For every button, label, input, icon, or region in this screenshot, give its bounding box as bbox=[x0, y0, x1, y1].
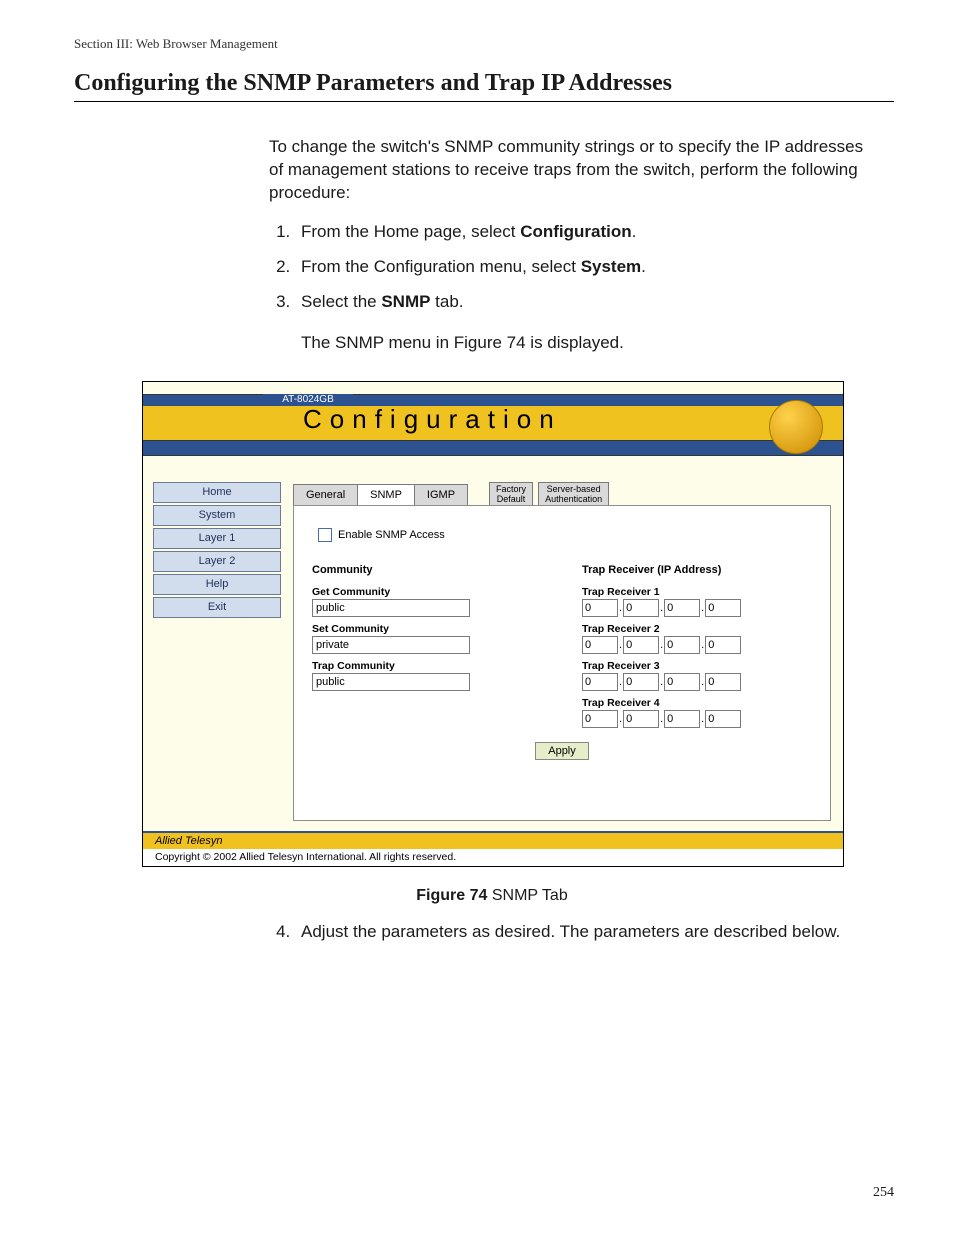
step-2: From the Configuration menu, select Syst… bbox=[295, 256, 874, 279]
trap-receiver-1-o1[interactable] bbox=[582, 599, 618, 617]
trap-receiver-3-o2[interactable] bbox=[623, 673, 659, 691]
figure-caption: Figure 74 SNMP Tab bbox=[142, 887, 842, 905]
trap-receiver-2-o2[interactable] bbox=[623, 636, 659, 654]
intro-paragraph: To change the switch's SNMP community st… bbox=[269, 136, 874, 205]
set-community-label: Set Community bbox=[312, 623, 542, 635]
get-community-label: Get Community bbox=[312, 586, 542, 598]
trap-receiver-4-o1[interactable] bbox=[582, 710, 618, 728]
sidebar-item-system[interactable]: System bbox=[153, 505, 281, 526]
apply-button[interactable]: Apply bbox=[535, 742, 589, 760]
step-2-text: From the Configuration menu, select bbox=[301, 257, 581, 276]
step-1-bold: Configuration bbox=[520, 222, 631, 241]
tab-server-l2: Authentication bbox=[545, 494, 602, 504]
procedure-list: From the Home page, select Configuration… bbox=[269, 221, 874, 314]
trap-community-input[interactable] bbox=[312, 673, 470, 691]
trap-receiver-2-label: Trap Receiver 2 bbox=[582, 623, 812, 635]
step-2-bold: System bbox=[581, 257, 641, 276]
trap-receiver-3-label: Trap Receiver 3 bbox=[582, 660, 812, 672]
brand-bar: Allied Telesyn bbox=[143, 831, 843, 849]
trap-receiver-2-o1[interactable] bbox=[582, 636, 618, 654]
sidebar: Home System Layer 1 Layer 2 Help Exit bbox=[143, 468, 287, 831]
page-number: 254 bbox=[873, 1185, 894, 1201]
section-header: Section III: Web Browser Management bbox=[74, 36, 894, 52]
figure-74: AT-8024GB Configuration Home System Laye… bbox=[142, 381, 842, 905]
enable-snmp-label: Enable SNMP Access bbox=[338, 529, 445, 541]
trap-receiver-3-o1[interactable] bbox=[582, 673, 618, 691]
brand-name: Allied Telesyn bbox=[155, 835, 222, 847]
enable-snmp-row: Enable SNMP Access bbox=[318, 528, 812, 542]
sidebar-item-home[interactable]: Home bbox=[153, 482, 281, 503]
tab-general[interactable]: General bbox=[293, 484, 358, 505]
get-community-input[interactable] bbox=[312, 599, 470, 617]
trap-receiver-4-o4[interactable] bbox=[705, 710, 741, 728]
sidebar-item-layer1[interactable]: Layer 1 bbox=[153, 528, 281, 549]
page-title: Configuring the SNMP Parameters and Trap… bbox=[74, 70, 894, 102]
tab-factory-l1: Factory bbox=[496, 484, 526, 494]
tab-factory-default[interactable]: Factory Default bbox=[489, 482, 533, 505]
sidebar-item-help[interactable]: Help bbox=[153, 574, 281, 595]
trap-receiver-3-o4[interactable] bbox=[705, 673, 741, 691]
enable-snmp-checkbox[interactable] bbox=[318, 528, 332, 542]
trap-receiver-4-ip: ... bbox=[582, 710, 812, 728]
trap-community-label: Trap Community bbox=[312, 660, 542, 672]
sidebar-item-layer2[interactable]: Layer 2 bbox=[153, 551, 281, 572]
trap-receiver-4-o2[interactable] bbox=[623, 710, 659, 728]
trap-receiver-2-o3[interactable] bbox=[664, 636, 700, 654]
tab-snmp[interactable]: SNMP bbox=[357, 484, 415, 505]
trap-receiver-3-ip: ... bbox=[582, 673, 812, 691]
tab-igmp[interactable]: IGMP bbox=[414, 484, 468, 505]
figure-caption-rest: SNMP Tab bbox=[487, 887, 567, 904]
copyright: Copyright © 2002 Allied Telesyn Internat… bbox=[143, 849, 843, 866]
trap-receiver-1-label: Trap Receiver 1 bbox=[582, 586, 812, 598]
trap-receiver-column: Trap Receiver (IP Address) Trap Receiver… bbox=[582, 564, 812, 728]
banner-stripe-bot bbox=[143, 440, 843, 456]
snmp-config-ui: AT-8024GB Configuration Home System Laye… bbox=[142, 381, 844, 867]
tab-server-auth[interactable]: Server-based Authentication bbox=[538, 482, 609, 505]
trap-receiver-1-ip: ... bbox=[582, 599, 812, 617]
snmp-panel: Enable SNMP Access Community Get Communi… bbox=[293, 505, 831, 821]
step-4: Adjust the parameters as desired. The pa… bbox=[295, 921, 874, 944]
step-3: Select the SNMP tab. bbox=[295, 291, 874, 314]
trap-receiver-1-o4[interactable] bbox=[705, 599, 741, 617]
procedure-list-cont: Adjust the parameters as desired. The pa… bbox=[269, 921, 874, 944]
community-heading: Community bbox=[312, 564, 542, 576]
figure-caption-bold: Figure 74 bbox=[416, 887, 487, 904]
trap-receiver-4-label: Trap Receiver 4 bbox=[582, 697, 812, 709]
tab-factory-l2: Default bbox=[496, 494, 526, 504]
step-3-text: Select the bbox=[301, 292, 381, 311]
step-3-bold: SNMP bbox=[381, 292, 430, 311]
trap-receiver-1-o2[interactable] bbox=[623, 599, 659, 617]
trap-receiver-heading: Trap Receiver (IP Address) bbox=[582, 564, 812, 576]
trap-receiver-2-o4[interactable] bbox=[705, 636, 741, 654]
banner: AT-8024GB Configuration bbox=[143, 382, 843, 468]
content-area: General SNMP IGMP Factory Default Server… bbox=[287, 468, 843, 831]
trap-receiver-4-o3[interactable] bbox=[664, 710, 700, 728]
step-3-followup: The SNMP menu in Figure 74 is displayed. bbox=[301, 332, 874, 355]
tab-row: General SNMP IGMP Factory Default Server… bbox=[293, 482, 831, 505]
step-1: From the Home page, select Configuration… bbox=[295, 221, 874, 244]
set-community-input[interactable] bbox=[312, 636, 470, 654]
trap-receiver-3-o3[interactable] bbox=[664, 673, 700, 691]
community-column: Community Get Community Set Community Tr… bbox=[312, 564, 542, 728]
sidebar-item-exit[interactable]: Exit bbox=[153, 597, 281, 618]
step-1-text: From the Home page, select bbox=[301, 222, 520, 241]
tab-server-l1: Server-based bbox=[545, 484, 602, 494]
banner-title: Configuration bbox=[303, 404, 562, 435]
trap-receiver-1-o3[interactable] bbox=[664, 599, 700, 617]
globe-icon bbox=[769, 400, 823, 454]
trap-receiver-2-ip: ... bbox=[582, 636, 812, 654]
